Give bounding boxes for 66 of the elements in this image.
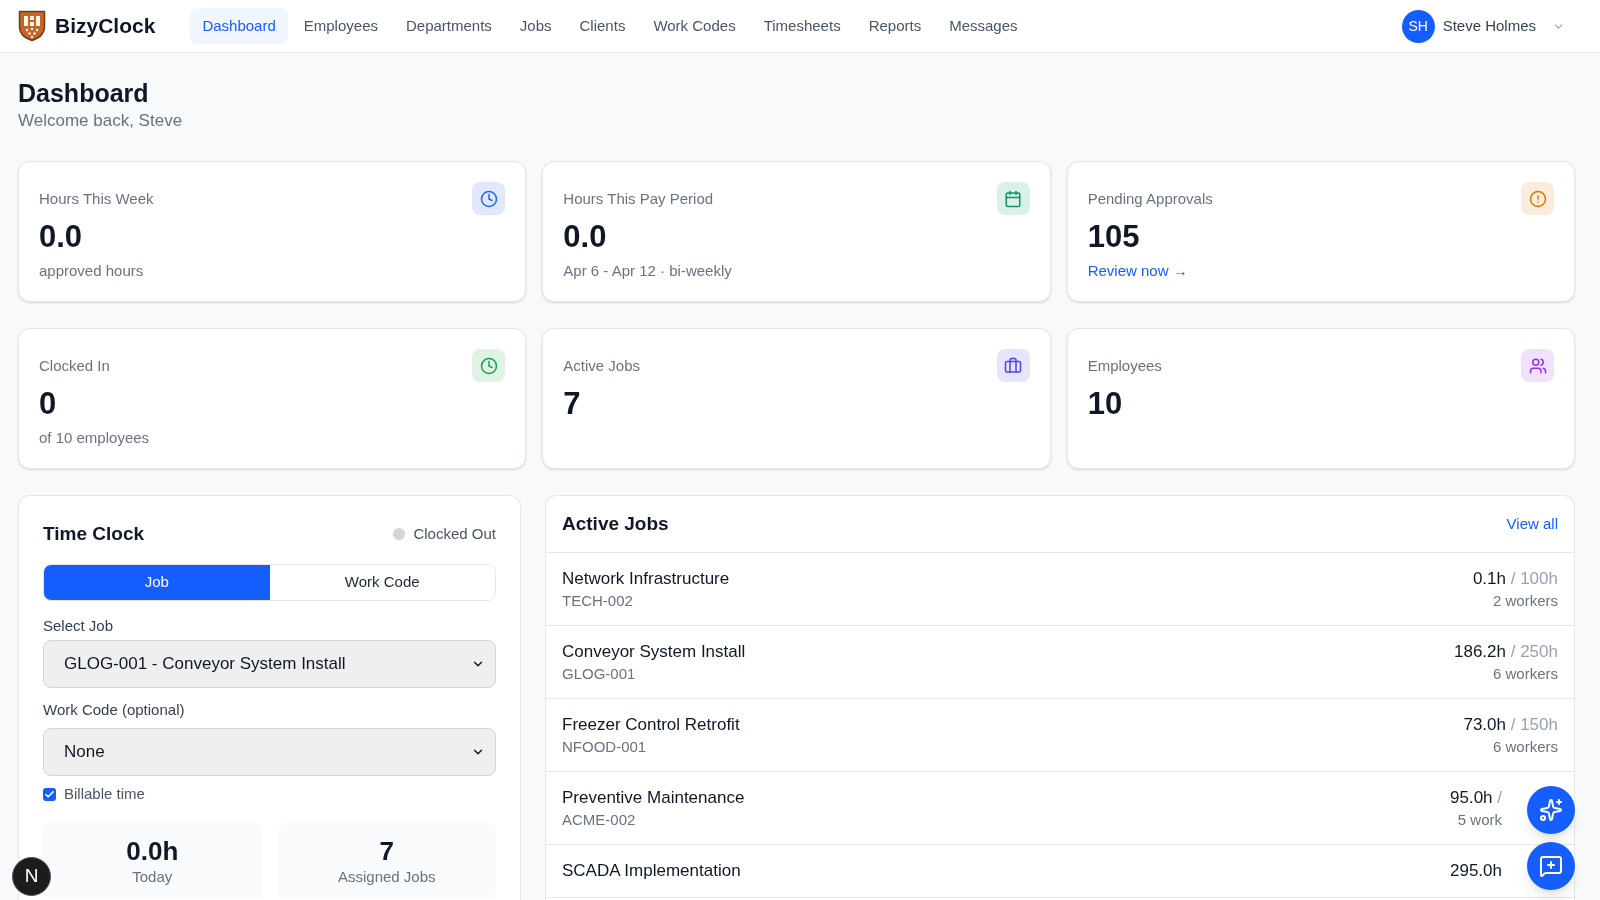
job-code: ACME-002 [562,810,636,830]
field-label: Work Code (optional) [43,700,185,720]
stat-label: Employees [1087,355,1162,376]
job-name: Freezer Control Retrofit [562,714,740,736]
job-name: SCADA Implementation [562,860,741,882]
summary-value: 0.0h [126,835,179,867]
stat-label: Hours This Pay Period [563,188,714,209]
nav-link[interactable]: Timesheets [751,8,853,44]
job-workers: 5 work [1457,810,1502,830]
nav-link[interactable]: Work Codes [641,8,748,44]
summary-label: Assigned Jobs [337,867,436,887]
job-hours: 73.0h / 150h [1463,714,1558,736]
job-workers: 2 workers [1492,591,1558,611]
stat-label: Hours This Week [39,188,154,209]
nav-link[interactable]: Departments [393,8,504,44]
stat-value: 0 [39,386,57,422]
nav-link[interactable]: Employees [291,8,390,44]
stat-note: approved hours [39,261,144,281]
stat-note: Apr 6 - Apr 12 · bi-weekly [563,261,732,281]
message-plus-icon [1539,854,1563,878]
card-title: Active Jobs [562,512,669,536]
shield-logo-icon [18,10,46,42]
job-hours: 95.0h / [1450,787,1502,809]
user-avatar: SH [1401,9,1435,43]
job-workers: 6 workers [1492,737,1558,757]
view-all-link[interactable]: View all [1506,514,1558,534]
stat-value: 7 [563,386,581,422]
brand-name: BizyClock [55,13,156,39]
nav-link[interactable]: Messages [937,8,1030,44]
work-code-select[interactable]: None [43,728,496,776]
page-subtitle: Welcome back, Steve [18,110,183,132]
sparkle-icon [1539,798,1563,822]
checkbox-label: Billable time [64,784,145,804]
user-menu-button[interactable]: Steve Holmes [1442,14,1565,38]
checkbox[interactable] [43,787,56,801]
job-workers: 6 workers [1492,664,1558,684]
job-name: Conveyor System Install [562,641,746,663]
nav-link[interactable]: Reports [856,8,934,44]
summary-label: Today [132,867,173,887]
review-link[interactable]: Review now → [1087,261,1188,281]
job-hours: 186.2h / 250h [1454,641,1558,663]
stat-label: Active Jobs [563,355,641,376]
status-label: Clocked Out [413,524,496,544]
nav-link[interactable]: Dashboard [190,8,288,44]
job-code: GLOG-001 [562,664,636,684]
job-code: TECH-002 [562,591,633,611]
stat-value: 10 [1087,386,1123,422]
job-hours: 0.1h / 100h [1472,568,1558,590]
stat-value: 0.0 [563,219,607,255]
job-name: Network Infrastructure [562,568,730,590]
stat-value: 0.0 [39,219,83,255]
stat-note: of 10 employees [39,428,150,448]
nav-link[interactable]: Jobs [507,8,564,44]
job-name: Preventive Maintenance [562,787,745,809]
card-title: Time Clock [43,522,145,546]
stat-label: Clocked In [39,355,110,376]
stat-label: Pending Approvals [1087,188,1213,209]
field-label: Select Job [43,616,114,636]
nav-link[interactable]: Clients [567,8,638,44]
mode-toggle-button[interactable]: Job [44,565,270,600]
job-code: NFOOD-001 [562,737,647,757]
job-hours: 295.0h [1450,860,1502,882]
stat-value: 105 [1087,219,1140,255]
summary-value: 7 [379,835,394,867]
page-title: Dashboard [18,78,149,109]
job-select[interactable]: GLOG-001 - Conveyor System Install [43,640,496,688]
